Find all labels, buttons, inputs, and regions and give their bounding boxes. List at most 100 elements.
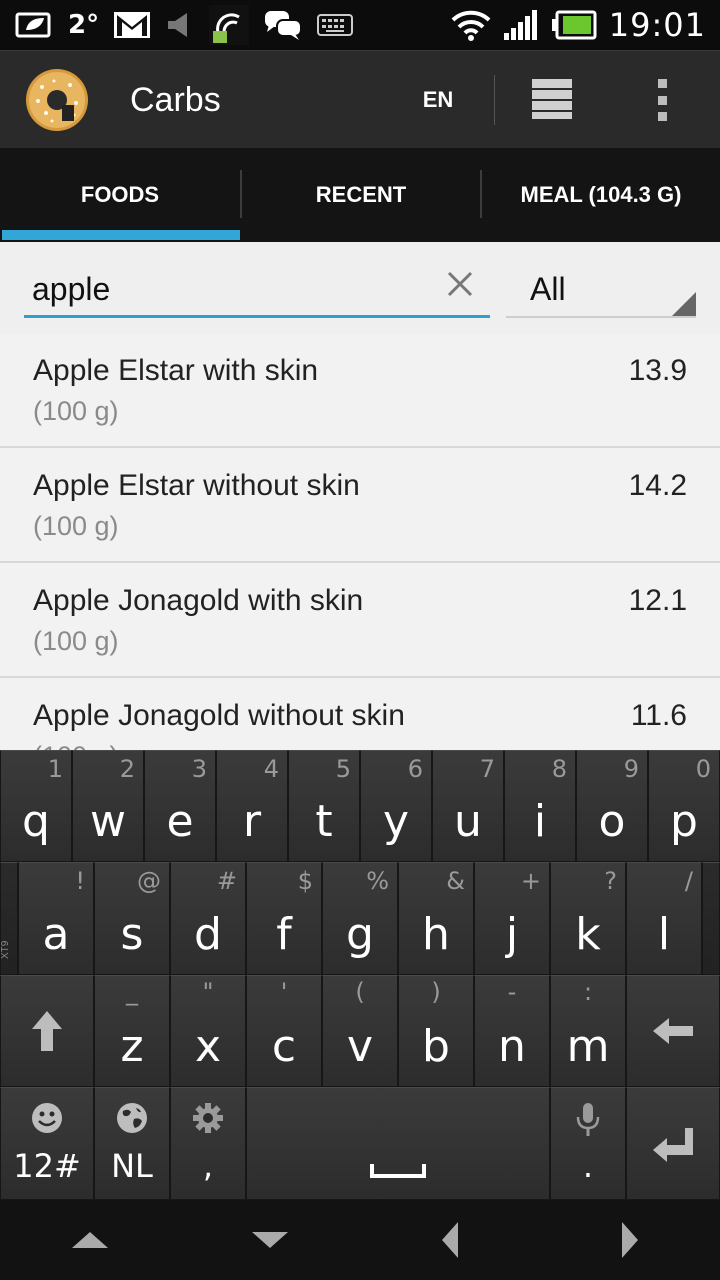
food-name: Apple Elstar with skin — [33, 354, 319, 387]
food-list-item[interactable]: Apple Jonagold without skin (100 g) 11.6 — [0, 679, 720, 750]
cursor-down-icon[interactable] — [210, 1200, 330, 1280]
food-name: Apple Jonagold with skin — [33, 584, 364, 617]
period-mic-key[interactable]: . — [550, 1087, 626, 1200]
key-g[interactable]: % g — [322, 862, 398, 975]
key-k[interactable]: ? k — [550, 862, 626, 975]
food-list-item[interactable]: Apple Elstar with skin (100 g) 13.9 — [0, 334, 720, 448]
backspace-key[interactable] — [626, 975, 720, 1087]
key-a[interactable]: ! a — [18, 862, 94, 975]
key-alt: 1 — [47, 755, 63, 783]
key-b[interactable]: ) b — [398, 975, 474, 1087]
food-list-item[interactable]: Apple Elstar without skin (100 g) 14.2 — [0, 449, 720, 563]
key-e[interactable]: 3e — [144, 750, 216, 862]
comma-settings-key[interactable]: , — [170, 1087, 246, 1200]
language-button[interactable]: EN — [404, 79, 472, 121]
key-j[interactable]: + j — [474, 862, 550, 975]
tab-meal[interactable]: MEAL (104.3 G) — [482, 148, 720, 242]
search-input[interactable]: apple — [24, 260, 490, 318]
key-w[interactable]: 2w — [72, 750, 144, 862]
food-list-item[interactable]: Apple Jonagold with skin (100 g) 12.1 — [0, 564, 720, 678]
chat-icon — [263, 8, 303, 42]
key-label: b — [422, 1021, 450, 1072]
space-bar-icon — [247, 1088, 549, 1199]
list-view-icon[interactable] — [524, 77, 580, 121]
action-bar: Carbs EN — [0, 50, 720, 148]
cursor-right-icon[interactable] — [570, 1200, 690, 1280]
key-f[interactable]: $ f — [246, 862, 322, 975]
key-label: t — [315, 796, 333, 847]
key-alt: ! — [75, 867, 85, 895]
gear-icon — [171, 1102, 245, 1134]
food-name: Apple Jonagold without skin — [33, 699, 405, 732]
key-s[interactable]: @ s — [94, 862, 170, 975]
key-alt: ? — [604, 867, 617, 895]
key-q[interactable]: 1q — [0, 750, 72, 862]
food-list: Apple Elstar with skin (100 g) 13.9 Appl… — [0, 334, 720, 750]
enter-key[interactable] — [626, 1087, 720, 1200]
battery-icon — [551, 10, 597, 40]
food-carbs-value: 14.2 — [628, 469, 687, 502]
key-c[interactable]: ' c — [246, 975, 322, 1087]
key-alt: 5 — [335, 755, 351, 783]
key-v[interactable]: (v — [322, 975, 398, 1087]
tab-recent[interactable]: RECENT — [242, 148, 480, 242]
shift-arrow-icon — [1, 976, 93, 1086]
key-n[interactable]: -n — [474, 975, 550, 1087]
key-label: v — [346, 1021, 374, 1072]
smiley-icon — [1, 1102, 93, 1134]
enter-arrow-icon — [627, 1088, 719, 1199]
key-x[interactable]: " x — [170, 975, 246, 1087]
key-label: c — [271, 1021, 297, 1072]
key-label: p — [670, 796, 698, 847]
key-label: u — [454, 796, 482, 847]
clear-search-icon[interactable] — [442, 266, 478, 302]
cursor-up-icon[interactable] — [30, 1200, 150, 1280]
key-alt: " — [202, 978, 214, 1006]
language-key[interactable]: NL — [94, 1087, 170, 1200]
key-label: w — [90, 796, 126, 847]
shift-key[interactable] — [0, 975, 94, 1087]
navigation-bar — [0, 1200, 720, 1280]
tab-foods[interactable]: FOODS — [0, 148, 240, 242]
app-title: Carbs — [130, 81, 221, 119]
key-label: a — [42, 909, 70, 960]
food-name: Apple Elstar without skin — [33, 469, 360, 502]
xt9-label: XT9 — [0, 940, 11, 960]
space-key[interactable] — [246, 1087, 550, 1200]
symbols-key[interactable]: 12# — [0, 1087, 94, 1200]
key-l[interactable]: / l — [626, 862, 702, 975]
key-i[interactable]: 8i — [504, 750, 576, 862]
key-label: m — [566, 1021, 610, 1072]
status-bar: 2° 19:01 — [0, 0, 720, 50]
clock: 19:01 — [608, 6, 706, 44]
donut-logo-icon[interactable] — [24, 67, 90, 133]
food-carbs-value: 13.9 — [628, 354, 687, 387]
key-label: j — [505, 909, 519, 960]
key-label: d — [194, 909, 222, 960]
key-t[interactable]: 5t — [288, 750, 360, 862]
key-z[interactable]: _ z — [94, 975, 170, 1087]
key-m[interactable]: :m — [550, 975, 626, 1087]
android-debug-icon — [209, 5, 250, 45]
key-label: s — [120, 909, 144, 960]
key-d[interactable]: # d — [170, 862, 246, 975]
key-alt: _ — [126, 978, 138, 1006]
key-alt: 3 — [191, 755, 207, 783]
key-u[interactable]: 7u — [432, 750, 504, 862]
food-carbs-value: 11.6 — [630, 699, 687, 732]
key-p[interactable]: 0p — [648, 750, 720, 862]
key-alt: ' — [280, 978, 288, 1006]
key-label: i — [533, 796, 547, 847]
food-portion: (100 g) — [33, 511, 119, 541]
key-label: z — [120, 1021, 144, 1072]
dropdown-triangle-icon — [672, 292, 696, 316]
category-filter-select[interactable]: All — [506, 260, 696, 318]
key-label: e — [166, 796, 194, 847]
microphone-icon — [551, 1102, 625, 1138]
cursor-left-icon[interactable] — [390, 1200, 510, 1280]
overflow-menu-icon[interactable] — [640, 73, 684, 127]
key-y[interactable]: 6y — [360, 750, 432, 862]
key-o[interactable]: 9o — [576, 750, 648, 862]
key-r[interactable]: 4r — [216, 750, 288, 862]
key-h[interactable]: & h — [398, 862, 474, 975]
